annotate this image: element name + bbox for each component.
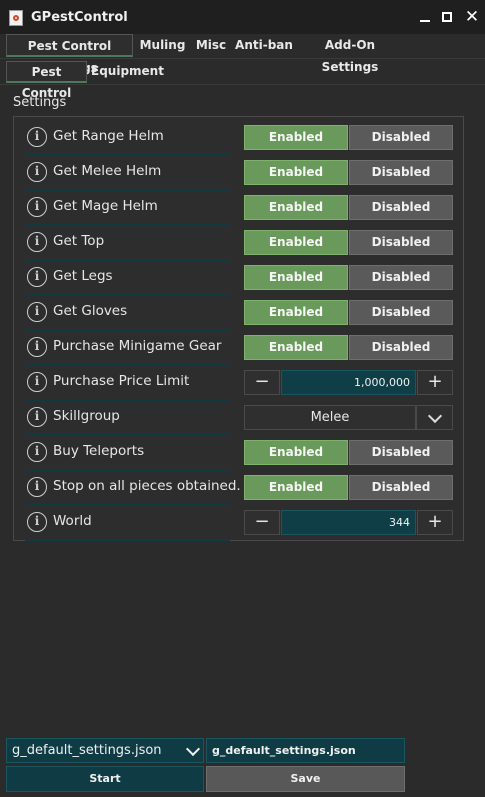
enabled-disabled-toggle: Enabled Disabled <box>244 160 454 185</box>
chevron-down-icon[interactable] <box>185 741 201 757</box>
enabled-disabled-toggle: Enabled Disabled <box>244 440 454 465</box>
chevron-down-icon[interactable] <box>416 405 453 430</box>
enabled-disabled-toggle: Enabled Disabled <box>244 300 454 325</box>
disabled-button[interactable]: Disabled <box>349 230 453 255</box>
setting-row-purchase-price-limit: i Purchase Price Limit − 1,000,000 + <box>25 366 455 401</box>
enabled-button[interactable]: Enabled <box>244 300 348 325</box>
setting-row-get-mage-helm: i Get Mage Helm Enabled Disabled <box>25 191 455 226</box>
info-icon[interactable]: i <box>27 407 47 427</box>
info-icon[interactable]: i <box>27 197 47 217</box>
tab-misc[interactable]: Misc <box>193 34 229 57</box>
enabled-button[interactable]: Enabled <box>244 335 348 360</box>
setting-label: Get Gloves <box>53 303 128 319</box>
setting-row-buy-teleports: i Buy Teleports Enabled Disabled <box>25 436 455 471</box>
info-icon[interactable]: i <box>27 512 47 532</box>
start-button[interactable]: Start <box>6 766 204 792</box>
enabled-button[interactable]: Enabled <box>244 230 348 255</box>
setting-row-world: i World − 344 + <box>25 506 455 541</box>
setting-label: Get Top <box>53 233 105 249</box>
enabled-disabled-toggle: Enabled Disabled <box>244 335 454 360</box>
tab-muling[interactable]: Muling <box>137 34 188 57</box>
increment-button[interactable]: + <box>417 370 453 395</box>
setting-row-get-melee-helm: i Get Melee Helm Enabled Disabled <box>25 156 455 191</box>
disabled-button[interactable]: Disabled <box>349 300 453 325</box>
maximize-icon[interactable] <box>439 9 455 25</box>
world-stepper: − 344 + <box>244 510 454 535</box>
title-bar: GPestControl ✕ <box>0 0 485 34</box>
row-underline <box>25 539 230 541</box>
tab-pest-control-settings[interactable]: Pest Control Settings <box>6 34 133 75</box>
setting-label: Get Mage Helm <box>53 198 158 214</box>
setting-row-get-range-helm: i Get Range Helm Enabled Disabled <box>25 121 455 156</box>
minimize-icon[interactable] <box>417 9 433 25</box>
info-icon[interactable]: i <box>27 372 47 392</box>
info-icon[interactable]: i <box>27 127 47 147</box>
close-icon[interactable]: ✕ <box>464 9 480 26</box>
subtabs-divider <box>0 84 485 85</box>
setting-label: World <box>53 513 92 529</box>
tab-equipment[interactable]: Equipment <box>91 61 164 83</box>
tab-add-on-settings[interactable]: Add-On Settings <box>300 34 400 74</box>
disabled-button[interactable]: Disabled <box>349 335 453 360</box>
disabled-button[interactable]: Disabled <box>349 195 453 220</box>
setting-row-purchase-minigame-gear: i Purchase Minigame Gear Enabled Disable… <box>25 331 455 366</box>
enabled-disabled-toggle: Enabled Disabled <box>244 265 454 290</box>
tab-anti-ban[interactable]: Anti-ban <box>235 34 293 57</box>
decrement-button[interactable]: − <box>244 510 280 535</box>
increment-button[interactable]: + <box>417 510 453 535</box>
profile-select[interactable]: g_default_settings.json <box>6 738 204 763</box>
world-input[interactable]: 344 <box>281 510 416 535</box>
info-icon[interactable]: i <box>27 477 47 497</box>
window-title: GPestControl <box>31 10 128 25</box>
enabled-button[interactable]: Enabled <box>244 160 348 185</box>
filename-input[interactable]: g_default_settings.json <box>206 738 405 763</box>
price-limit-input[interactable]: 1,000,000 <box>281 370 416 395</box>
enabled-button[interactable]: Enabled <box>244 440 348 465</box>
settings-heading: Settings <box>13 95 67 110</box>
enabled-disabled-toggle: Enabled Disabled <box>244 475 454 500</box>
setting-row-stop-on-all-pieces: i Stop on all pieces obtained. Enabled D… <box>25 471 455 506</box>
setting-label: Stop on all pieces obtained. <box>53 478 241 494</box>
setting-label: Skillgroup <box>53 408 120 424</box>
setting-row-get-top: i Get Top Enabled Disabled <box>25 226 455 261</box>
disabled-button[interactable]: Disabled <box>349 475 453 500</box>
enabled-disabled-toggle: Enabled Disabled <box>244 125 454 150</box>
info-icon[interactable]: i <box>27 232 47 252</box>
tabs-divider <box>0 58 485 59</box>
setting-label: Get Range Helm <box>53 128 164 144</box>
disabled-button[interactable]: Disabled <box>349 440 453 465</box>
tab-pest-control[interactable]: Pest Control <box>6 61 87 100</box>
price-limit-stepper: − 1,000,000 + <box>244 370 454 395</box>
enabled-disabled-toggle: Enabled Disabled <box>244 195 454 220</box>
enabled-button[interactable]: Enabled <box>244 195 348 220</box>
info-icon[interactable]: i <box>27 267 47 287</box>
info-icon[interactable]: i <box>27 337 47 357</box>
disabled-button[interactable]: Disabled <box>349 160 453 185</box>
skillgroup-select[interactable]: Melee <box>244 405 454 430</box>
info-icon[interactable]: i <box>27 302 47 322</box>
info-icon[interactable]: i <box>27 442 47 462</box>
disabled-button[interactable]: Disabled <box>349 265 453 290</box>
setting-label: Get Melee Helm <box>53 163 162 179</box>
setting-row-get-gloves: i Get Gloves Enabled Disabled <box>25 296 455 331</box>
info-icon[interactable]: i <box>27 162 47 182</box>
skillgroup-value[interactable]: Melee <box>244 405 416 430</box>
profile-select-value: g_default_settings.json <box>12 743 162 758</box>
disabled-button[interactable]: Disabled <box>349 125 453 150</box>
setting-row-skillgroup: i Skillgroup Melee <box>25 401 455 436</box>
enabled-button[interactable]: Enabled <box>244 265 348 290</box>
setting-row-get-legs: i Get Legs Enabled Disabled <box>25 261 455 296</box>
enabled-disabled-toggle: Enabled Disabled <box>244 230 454 255</box>
setting-label: Purchase Minigame Gear <box>53 338 222 354</box>
setting-label: Get Legs <box>53 268 113 284</box>
save-button[interactable]: Save <box>206 766 405 792</box>
setting-label: Buy Teleports <box>53 443 145 459</box>
decrement-button[interactable]: − <box>244 370 280 395</box>
enabled-button[interactable]: Enabled <box>244 125 348 150</box>
enabled-button[interactable]: Enabled <box>244 475 348 500</box>
setting-label: Purchase Price Limit <box>53 373 190 389</box>
java-app-icon <box>9 10 23 26</box>
